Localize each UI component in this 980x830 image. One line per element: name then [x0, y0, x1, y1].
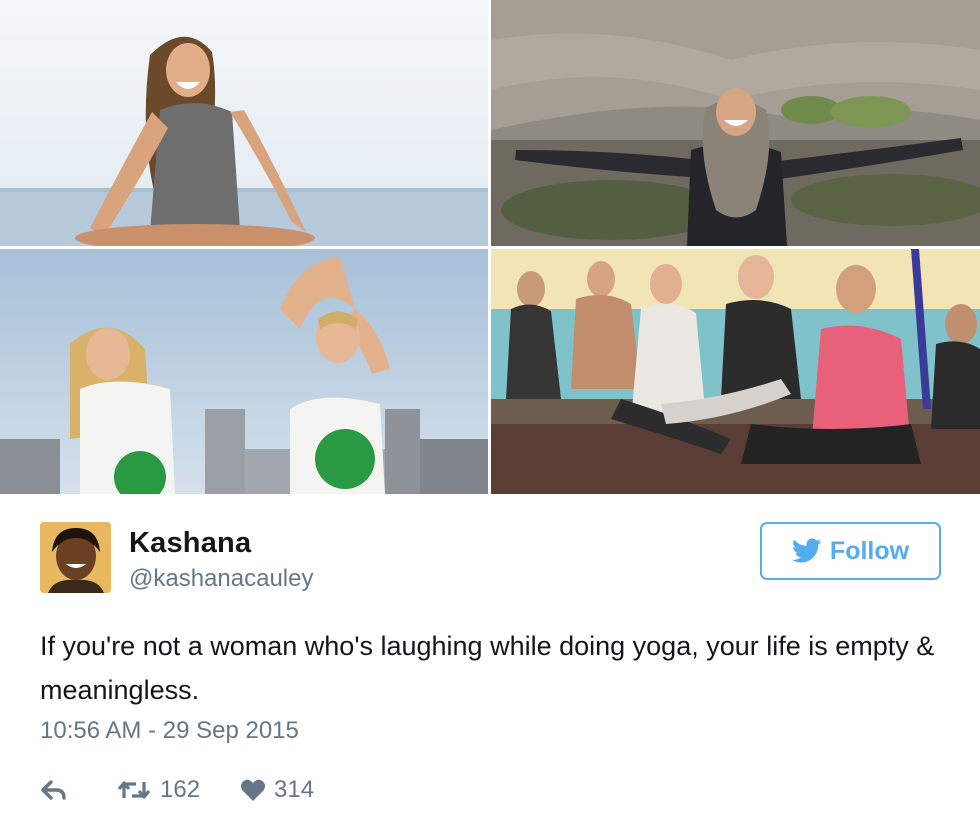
photo-group-laughing-yoga-class[interactable] [491, 249, 980, 494]
tweet-text: If you're not a woman who's laughing whi… [40, 631, 935, 705]
photo-woman-laughing-rocks[interactable] [491, 0, 980, 246]
photo-grid [0, 0, 980, 494]
like-count: 314 [274, 776, 315, 803]
avatar[interactable] [40, 522, 111, 593]
reply-icon [41, 780, 66, 800]
follow-button[interactable]: Follow [760, 522, 941, 580]
like-button[interactable]: 314 [240, 776, 314, 804]
twitter-bird-icon [791, 538, 822, 563]
photo-two-women-laughing-city[interactable] [0, 249, 488, 494]
retweet-button[interactable]: 162 [116, 776, 200, 804]
retweet-icon [117, 781, 151, 799]
tweet-actions: 162 314 [40, 772, 314, 808]
reply-button[interactable] [40, 779, 72, 801]
retweet-count: 162 [160, 776, 201, 803]
photo-woman-laughing-beach[interactable] [0, 0, 488, 246]
user-handle[interactable]: @kashanacauley [129, 565, 313, 593]
tweet-timestamp[interactable]: 10:56 AM - 29 Sep 2015 [40, 717, 299, 745]
follow-button-label: Follow [829, 536, 910, 565]
heart-icon [241, 779, 266, 801]
display-name[interactable]: Kashana [129, 527, 251, 560]
